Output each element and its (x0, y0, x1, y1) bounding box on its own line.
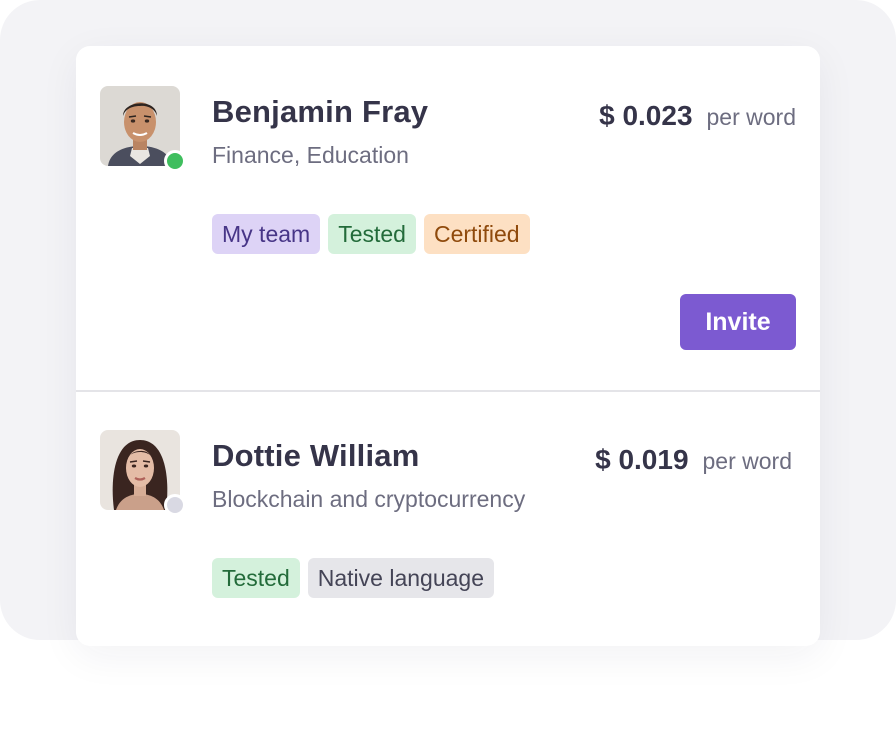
price-unit: per word (706, 104, 796, 130)
translator-list-card: Benjamin Fray Finance, Education $ 0.023… (76, 46, 820, 646)
translator-name[interactable]: Dottie William (212, 438, 419, 474)
status-online-indicator (164, 150, 186, 172)
price: $ 0.023 per word (599, 100, 796, 132)
price-amount: $ 0.023 (599, 100, 693, 131)
tag-tested: Tested (212, 558, 300, 598)
translator-specialties: Blockchain and cryptocurrency (212, 486, 526, 512)
tag-my-team: My team (212, 214, 321, 254)
tag-list: Tested Native language (212, 558, 494, 598)
translator-name[interactable]: Benjamin Fray (212, 94, 428, 130)
tag-certified: Certified (423, 214, 530, 254)
invite-button[interactable]: Invite (680, 294, 796, 350)
price-amount: $ 0.019 (595, 444, 689, 475)
status-offline-indicator (164, 494, 186, 516)
tag-list: My team Tested Certified (212, 214, 530, 254)
translator-row-dottie-william: Dottie William Blockchain and cryptocurr… (76, 390, 820, 734)
tag-tested: Tested (328, 214, 416, 254)
price: $ 0.019 per word (595, 444, 792, 476)
tag-native-language: Native language (307, 558, 494, 598)
translator-row-benjamin-fray: Benjamin Fray Finance, Education $ 0.023… (76, 46, 820, 390)
price-unit: per word (702, 448, 792, 474)
translator-specialties: Finance, Education (212, 142, 409, 168)
page-background: Benjamin Fray Finance, Education $ 0.023… (0, 0, 896, 646)
